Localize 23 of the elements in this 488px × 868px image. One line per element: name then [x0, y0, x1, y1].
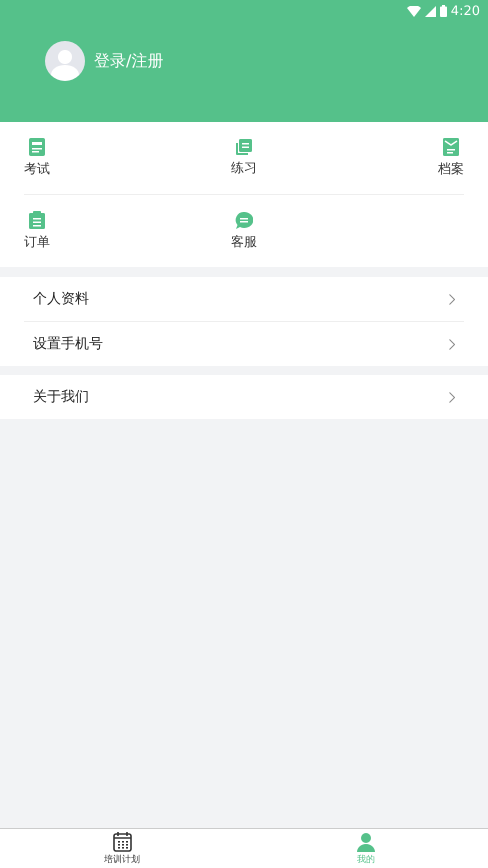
avatar-icon[interactable] — [45, 41, 85, 81]
person-icon — [357, 832, 375, 852]
stacked-pages-icon — [236, 139, 252, 155]
menu-item[interactable]: 个人资料 — [24, 277, 464, 321]
chat-bubble-icon — [235, 212, 253, 228]
wifi-icon — [406, 6, 421, 16]
signal-icon — [424, 6, 436, 16]
menu-item[interactable]: 设置手机号 — [24, 321, 464, 366]
tab[interactable]: 培训计划 — [0, 829, 244, 868]
chevron-right-icon — [449, 392, 455, 402]
shortcut-item[interactable]: 订单 — [24, 211, 50, 251]
calendar-icon — [112, 831, 132, 852]
shortcut-item[interactable]: 考试 — [24, 138, 50, 178]
clipboard-icon — [29, 211, 45, 229]
battery-icon — [440, 5, 447, 17]
shortcut-item[interactable]: 档案 — [438, 138, 464, 178]
folder-icon — [443, 138, 459, 156]
chevron-right-icon — [449, 294, 455, 304]
shortcut-item[interactable]: 客服 — [231, 212, 257, 250]
chevron-right-icon — [449, 338, 455, 350]
score-sheet-icon — [29, 138, 45, 156]
shortcut-item[interactable]: 练习 — [231, 139, 257, 177]
clock-time: 4:20 — [450, 4, 480, 18]
